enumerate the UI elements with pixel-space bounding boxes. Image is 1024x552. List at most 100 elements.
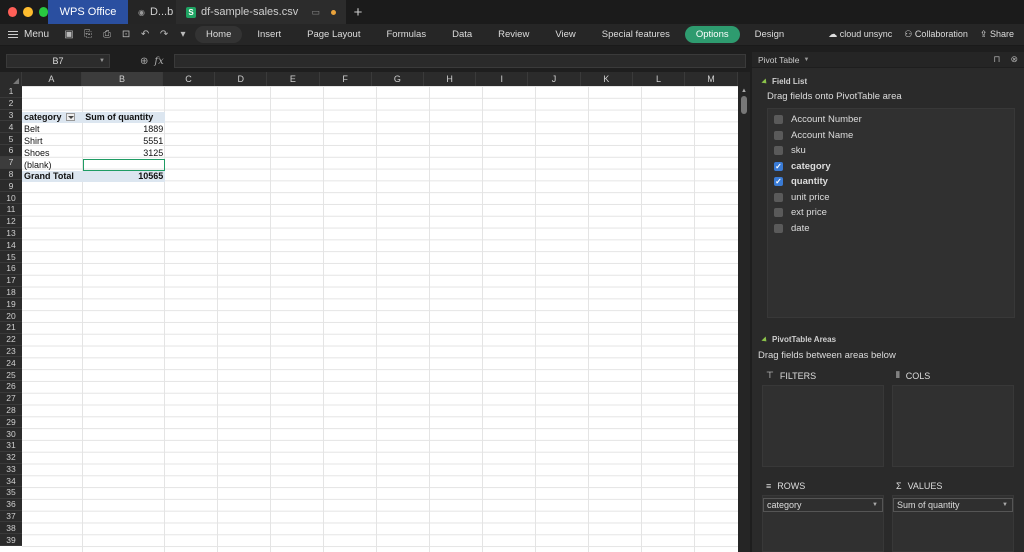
row-header[interactable]: 31 xyxy=(0,440,22,452)
field-unit-price[interactable]: unit price xyxy=(774,190,1008,206)
pivot-row-label[interactable]: Shoes xyxy=(22,147,83,159)
tab-active-file[interactable]: S df-sample-sales.csv ▭ xyxy=(176,0,346,24)
formula-input[interactable] xyxy=(173,54,746,68)
checkbox[interactable] xyxy=(774,115,783,125)
checkbox-checked[interactable]: ✓ xyxy=(774,177,783,187)
row-header[interactable]: 28 xyxy=(0,405,22,417)
column-header-j[interactable]: J xyxy=(528,72,581,86)
row-header[interactable]: 25 xyxy=(0,369,22,381)
name-box[interactable]: B7 ▼ xyxy=(6,54,110,68)
new-tab-button[interactable]: + xyxy=(346,0,370,24)
column-header-d[interactable]: D xyxy=(215,72,268,86)
menu-button[interactable]: Menu xyxy=(0,29,57,40)
collapse-triangle-icon[interactable] xyxy=(761,335,769,344)
grand-total-label[interactable]: Grand Total xyxy=(22,170,84,183)
close-window-button[interactable] xyxy=(8,7,18,17)
row-header[interactable]: 18 xyxy=(0,287,22,299)
field-account-number[interactable]: Account Number xyxy=(774,112,1008,128)
row-header[interactable]: 30 xyxy=(0,428,22,440)
tab-page-layout[interactable]: Page Layout xyxy=(296,26,371,43)
row-header[interactable]: 4 xyxy=(0,121,22,134)
column-header-c[interactable]: C xyxy=(163,72,216,86)
checkbox[interactable] xyxy=(774,192,783,202)
scroll-thumb[interactable] xyxy=(741,96,747,114)
row-header[interactable]: 37 xyxy=(0,511,22,523)
column-header-a[interactable]: A xyxy=(22,72,83,86)
tab-view[interactable]: View xyxy=(544,26,586,43)
column-header-b[interactable]: B xyxy=(82,72,163,86)
row-header[interactable]: 24 xyxy=(0,357,22,370)
field-date[interactable]: date xyxy=(774,221,1008,237)
export-icon[interactable]: ⎘ xyxy=(82,29,94,40)
row-header[interactable]: 35 xyxy=(0,487,22,499)
customize-icon[interactable]: ▾ xyxy=(177,29,189,40)
save-icon[interactable]: ▣ xyxy=(63,29,75,40)
selected-cell-b7[interactable] xyxy=(83,158,166,171)
values-item-sum-quantity[interactable]: Sum of quantity ▼ xyxy=(893,498,1013,512)
field-sku[interactable]: sku xyxy=(774,143,1008,159)
tab-options[interactable]: Options xyxy=(684,26,740,43)
filters-drop-zone[interactable] xyxy=(762,385,884,467)
vertical-scrollbar[interactable]: ▲ xyxy=(738,72,750,552)
print-icon[interactable]: ⎙ xyxy=(101,29,113,40)
row-header[interactable]: 23 xyxy=(0,346,22,358)
tab-special-features[interactable]: Special features xyxy=(591,26,681,43)
row-header[interactable]: 10 xyxy=(0,192,22,204)
grand-total-value[interactable]: 10565 xyxy=(83,170,166,183)
filter-dropdown-icon[interactable] xyxy=(65,113,75,122)
row-header[interactable]: 20 xyxy=(0,310,22,322)
row-header[interactable]: 16 xyxy=(0,263,22,275)
row-header[interactable]: 22 xyxy=(0,334,22,346)
pivot-row-value[interactable]: 5551 xyxy=(83,135,165,147)
column-header-m[interactable]: M xyxy=(685,72,738,86)
column-header-l[interactable]: L xyxy=(633,72,686,86)
row-header[interactable]: 21 xyxy=(0,322,22,334)
column-header-g[interactable]: G xyxy=(372,72,424,86)
row-header[interactable]: 9 xyxy=(0,180,22,193)
column-header-e[interactable]: E xyxy=(267,72,320,86)
row-header[interactable]: 1 xyxy=(0,86,22,98)
chevron-down-icon[interactable]: ▼ xyxy=(872,502,878,508)
cols-drop-zone[interactable] xyxy=(892,385,1014,467)
tab-review[interactable]: Review xyxy=(487,26,540,43)
pivot-row-label[interactable]: Shirt xyxy=(22,135,83,147)
pivot-header-category[interactable]: category xyxy=(22,111,84,124)
checkbox[interactable] xyxy=(774,208,783,218)
checkbox[interactable] xyxy=(774,130,783,140)
chevron-down-icon[interactable]: ▼ xyxy=(803,57,809,63)
field-ext-price[interactable]: ext price xyxy=(774,205,1008,221)
row-header[interactable]: 29 xyxy=(0,416,22,429)
row-header[interactable]: 6 xyxy=(0,145,22,157)
collapse-triangle-icon[interactable] xyxy=(761,77,769,86)
row-header[interactable]: 2 xyxy=(0,98,22,110)
maximize-window-button[interactable] xyxy=(38,7,48,17)
scroll-up-icon[interactable]: ▲ xyxy=(741,88,747,94)
collaboration-button[interactable]: ⚇ Collaboration xyxy=(904,29,968,40)
monitor-icon[interactable]: ▭ xyxy=(311,7,320,18)
tab-insert[interactable]: Insert xyxy=(246,26,292,43)
lock-icon[interactable]: ⊓ xyxy=(993,54,1000,65)
row-header[interactable]: 27 xyxy=(0,393,22,405)
pivot-row-value[interactable]: 1889 xyxy=(83,123,165,135)
row-header[interactable]: 39 xyxy=(0,534,22,547)
row-header[interactable]: 3 xyxy=(0,110,22,122)
field-category[interactable]: ✓ category xyxy=(774,159,1008,175)
tab-data[interactable]: Data xyxy=(441,26,483,43)
row-header[interactable]: 5 xyxy=(0,133,22,145)
tab-doc[interactable]: ◉ D...b xyxy=(128,0,176,24)
row-header[interactable]: 33 xyxy=(0,464,22,476)
row-header[interactable]: 15 xyxy=(0,251,22,263)
pivot-row-label[interactable]: Belt xyxy=(22,123,83,135)
field-account-name[interactable]: Account Name xyxy=(774,128,1008,144)
field-quantity[interactable]: ✓ quantity xyxy=(774,174,1008,190)
row-header[interactable]: 7 xyxy=(0,156,22,169)
pivot-header-sum[interactable]: Sum of quantity xyxy=(83,111,166,124)
column-header-i[interactable]: I xyxy=(476,72,529,86)
share-button[interactable]: ⇪ Share xyxy=(980,29,1014,40)
tab-formulas[interactable]: Formulas xyxy=(375,26,437,43)
redo-icon[interactable]: ↷ xyxy=(158,29,170,40)
row-header[interactable]: 8 xyxy=(0,169,22,181)
column-header-k[interactable]: K xyxy=(581,72,633,86)
pivot-row-label[interactable]: (blank) xyxy=(22,159,83,171)
preview-icon[interactable]: ⊡ xyxy=(120,29,132,40)
